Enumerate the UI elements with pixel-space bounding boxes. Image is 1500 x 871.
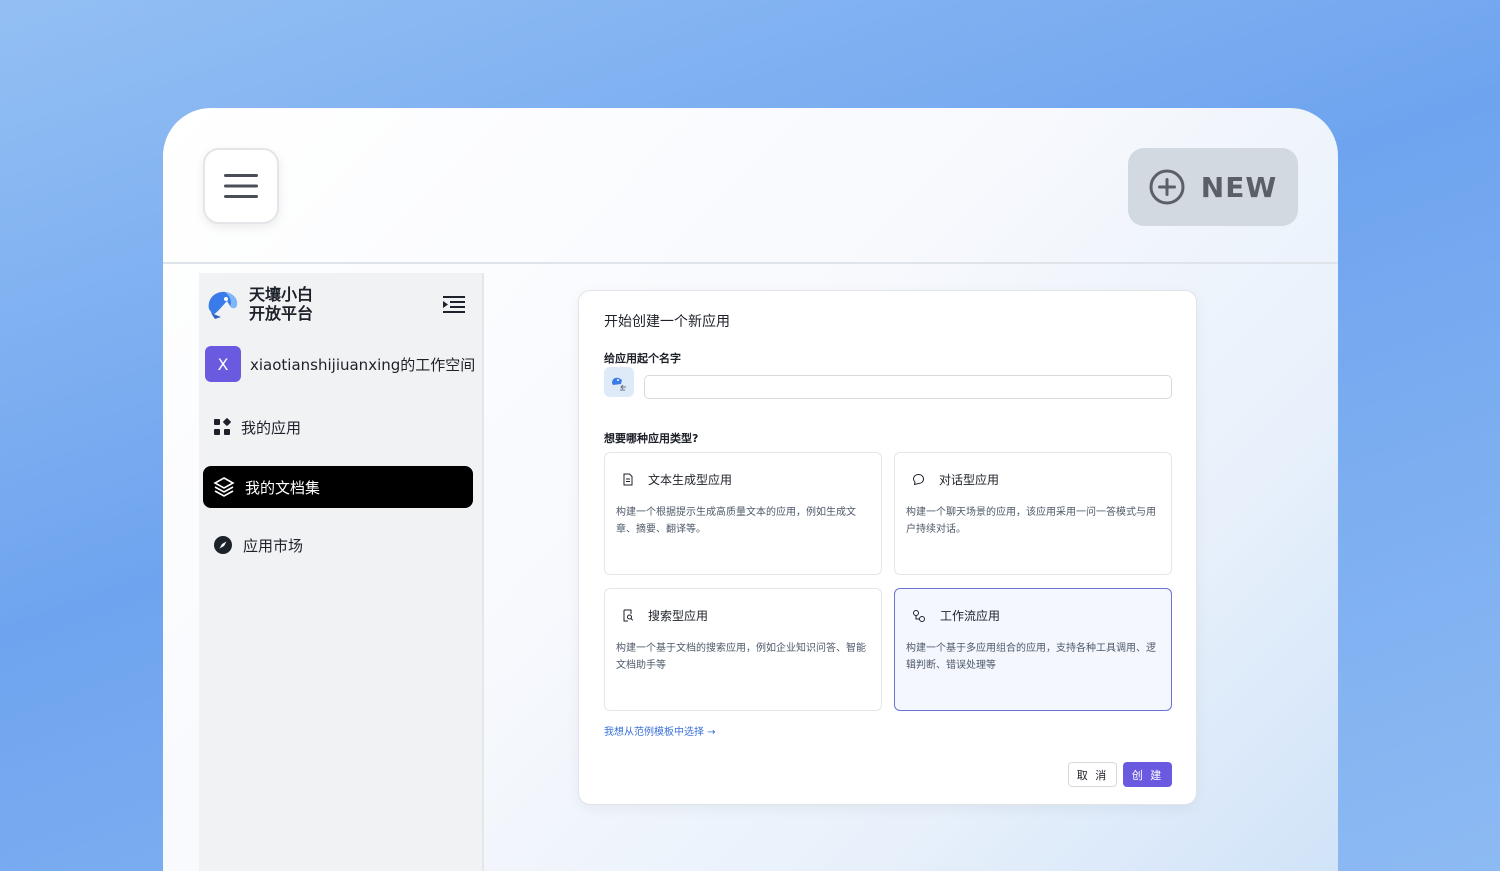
app-type-card-search[interactable]: 搜索型应用 构建一个基于文档的搜索应用，例如企业知识问答、智能文档助手等 bbox=[604, 588, 882, 711]
create-app-dialog: 开始创建一个新应用 给应用起个名字 想要哪种应用类型? 文本生成型应用 构建一个… bbox=[578, 290, 1197, 805]
dialog-title: 开始创建一个新应用 bbox=[604, 314, 730, 330]
workspace-avatar: X bbox=[205, 346, 241, 382]
card-header: 文本生成型应用 bbox=[622, 471, 732, 488]
apps-grid-icon bbox=[214, 418, 231, 435]
indent-menu-icon bbox=[443, 296, 465, 313]
choose-template-link[interactable]: 我想从范例模板中选择 → bbox=[604, 723, 716, 738]
collapse-sidebar-button[interactable] bbox=[443, 295, 465, 319]
app-image-icon bbox=[612, 377, 626, 391]
cancel-button[interactable]: 取 消 bbox=[1068, 762, 1117, 787]
new-button-label: NEW bbox=[1200, 170, 1278, 204]
app-type-card-text-generation[interactable]: 文本生成型应用 构建一个根据提示生成高质量文本的应用，例如生成文章、摘要、翻译等… bbox=[604, 452, 882, 575]
card-description: 构建一个根据提示生成高质量文本的应用，例如生成文章、摘要、翻译等。 bbox=[616, 507, 856, 535]
sidebar-item-label: 我的应用 bbox=[241, 418, 302, 437]
top-bar: NEW bbox=[163, 108, 1338, 264]
brand-logo[interactable]: 天壤小白 开放平台 bbox=[205, 285, 313, 323]
new-button[interactable]: NEW bbox=[1128, 148, 1298, 226]
brand-line-2: 开放平台 bbox=[249, 304, 314, 323]
chat-bubble-icon bbox=[912, 473, 925, 486]
parrot-logo-icon bbox=[208, 291, 238, 319]
card-header: 对话型应用 bbox=[912, 471, 999, 488]
card-description: 构建一个基于文档的搜索应用，例如企业知识问答、智能文档助手等 bbox=[616, 643, 866, 671]
app-type-card-chat[interactable]: 对话型应用 构建一个聊天场景的应用，该应用采用一问一答模式与用户持续对话。 bbox=[894, 452, 1172, 575]
app-type-label: 想要哪种应用类型? bbox=[604, 432, 699, 445]
workspace-switcher[interactable]: X xiaotianshijiuanxing的工作空间 bbox=[205, 346, 475, 382]
sidebar-item-my-docsets[interactable]: 我的文档集 bbox=[203, 466, 473, 508]
brand-line-1: 天壤小白 bbox=[249, 285, 314, 304]
create-button[interactable]: 创 建 bbox=[1123, 762, 1172, 787]
doc-search-icon bbox=[623, 609, 634, 622]
sidebar: 天壤小白 开放平台 X xiaotianshijiuanxing的工作空间 我的… bbox=[199, 273, 484, 871]
document-icon bbox=[623, 473, 633, 486]
app-name-input[interactable] bbox=[644, 375, 1172, 399]
app-type-card-workflow[interactable]: 工作流应用 构建一个基于多应用组合的应用，支持各种工具调用、逻辑判断、错误处理等 bbox=[894, 588, 1172, 711]
card-title: 工作流应用 bbox=[940, 609, 1001, 623]
card-description: 构建一个基于多应用组合的应用，支持各种工具调用、逻辑判断、错误处理等 bbox=[906, 643, 1156, 671]
card-header: 搜索型应用 bbox=[622, 607, 708, 624]
compass-icon bbox=[214, 536, 232, 554]
card-title: 搜索型应用 bbox=[648, 609, 709, 623]
hamburger-menu-button[interactable] bbox=[203, 148, 279, 224]
sidebar-item-label: 我的文档集 bbox=[245, 478, 321, 497]
layers-icon bbox=[213, 477, 235, 497]
app-window: NEW 天壤小白 开放平台 X xiaotianshijiuanxing的工作空… bbox=[163, 108, 1338, 871]
hamburger-icon bbox=[224, 174, 258, 198]
card-header: 工作流应用 bbox=[912, 607, 1000, 624]
workflow-icon bbox=[913, 609, 925, 622]
sidebar-item-label: 应用市场 bbox=[243, 536, 304, 555]
plus-circle-icon bbox=[1149, 169, 1185, 205]
card-title: 对话型应用 bbox=[939, 473, 1000, 487]
brand-name: 天壤小白 开放平台 bbox=[249, 285, 313, 323]
card-title: 文本生成型应用 bbox=[648, 473, 733, 487]
sidebar-item-app-market[interactable]: 应用市场 bbox=[203, 524, 473, 566]
card-description: 构建一个聊天场景的应用，该应用采用一问一答模式与用户持续对话。 bbox=[906, 507, 1156, 535]
app-icon-picker[interactable] bbox=[604, 367, 634, 397]
sidebar-item-my-apps[interactable]: 我的应用 bbox=[203, 406, 473, 448]
app-name-label: 给应用起个名字 bbox=[604, 352, 681, 365]
workspace-name: xiaotianshijiuanxing的工作空间 bbox=[250, 355, 476, 374]
